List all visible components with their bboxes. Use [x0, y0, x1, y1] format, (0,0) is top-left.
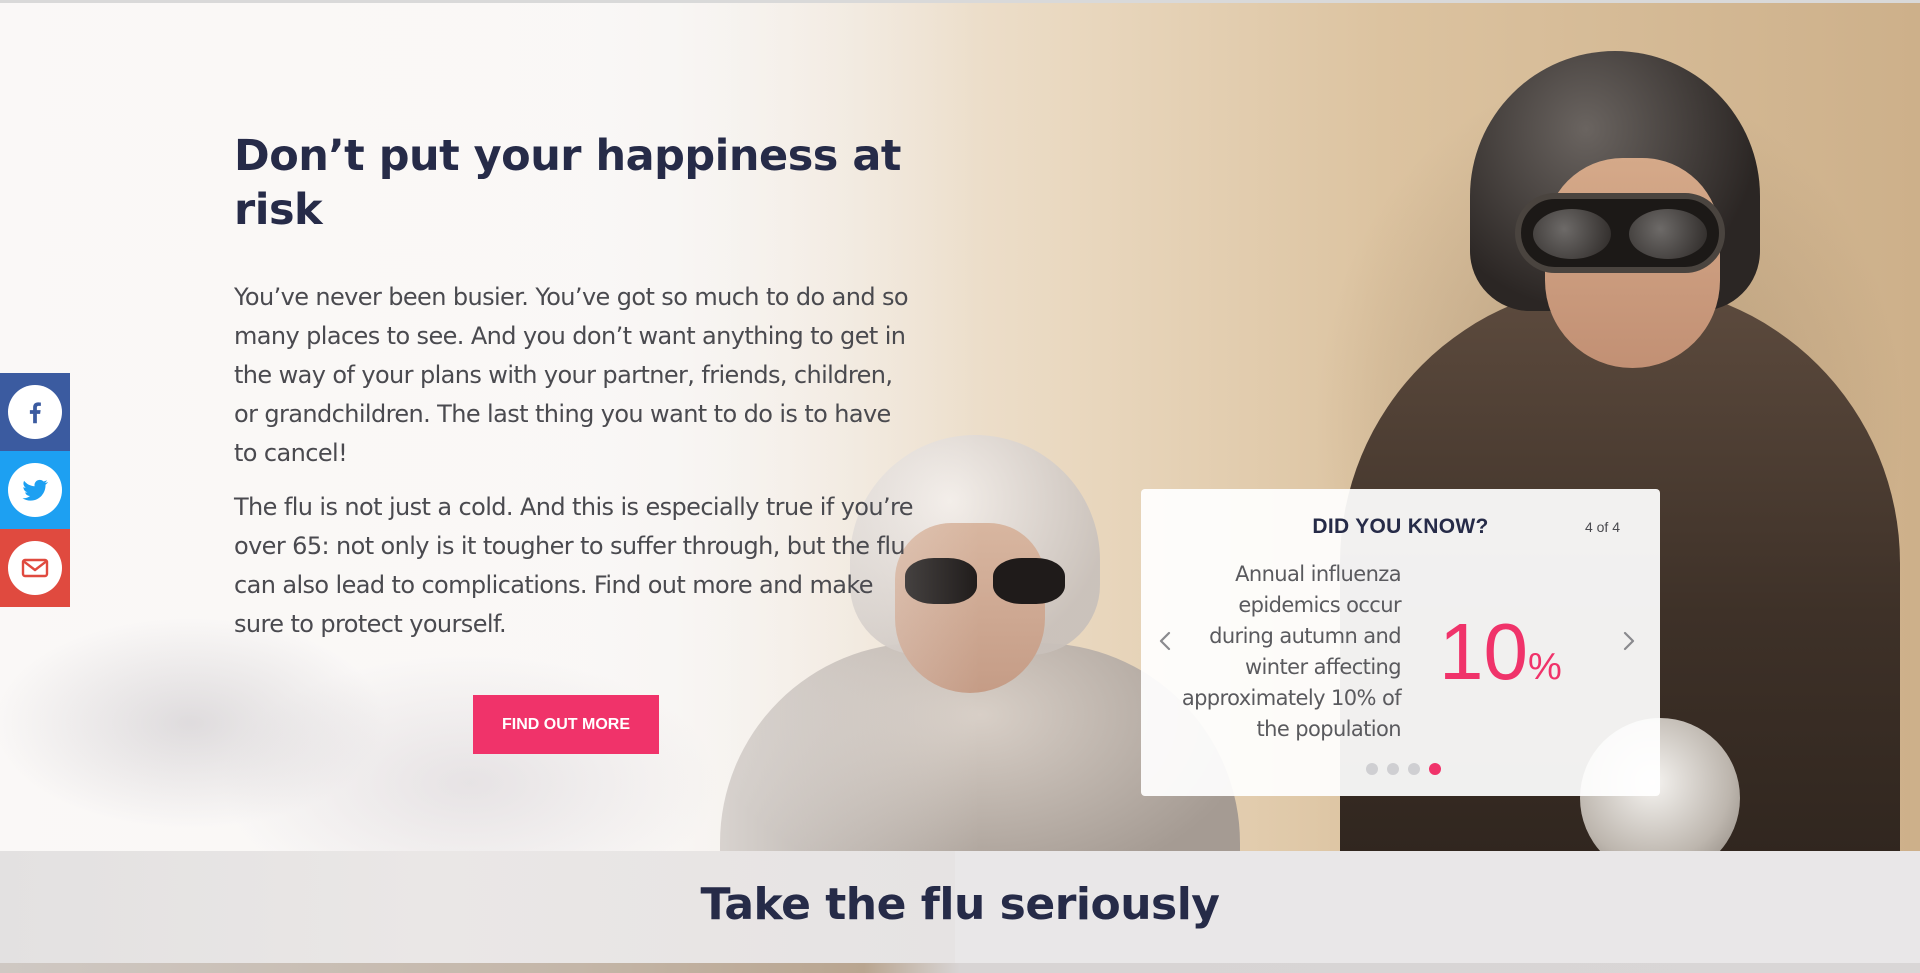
- fact-text: Annual influenza epidemics occur during …: [1181, 562, 1402, 741]
- twitter-icon: [8, 463, 62, 517]
- share-email-button[interactable]: [0, 529, 70, 607]
- share-bar: [0, 373, 70, 607]
- slide-counter: 4 of 4: [1584, 519, 1620, 535]
- hero-paragraph-2: The flu is not just a cold. And this is …: [234, 493, 914, 638]
- find-out-more-button[interactable]: FIND OUT MORE: [473, 695, 659, 754]
- carousel-dot-2[interactable]: [1387, 763, 1399, 775]
- stat-unit: %: [1527, 646, 1562, 688]
- facebook-icon: [8, 385, 62, 439]
- stat-number: 10: [1439, 607, 1528, 696]
- section-image-strip: [0, 963, 1920, 973]
- take-flu-seriously-section: Take the flu seriously: [0, 851, 1920, 973]
- carousel-dot-1[interactable]: [1366, 763, 1378, 775]
- chevron-left-icon[interactable]: [1154, 629, 1178, 653]
- section-title: Take the flu seriously: [700, 879, 1220, 930]
- carousel-dot-4[interactable]: [1429, 763, 1441, 775]
- hero-section: Don’t put your happiness at risk You’ve …: [0, 3, 1920, 851]
- carousel-dots: [1366, 763, 1441, 775]
- carousel-dot-3[interactable]: [1408, 763, 1420, 775]
- share-facebook-button[interactable]: [0, 373, 70, 451]
- did-you-know-card: DID YOU KNOW? 4 of 4 Annual influenza ep…: [1141, 489, 1660, 796]
- chevron-right-icon[interactable]: [1616, 629, 1640, 653]
- hero-photo-goggles: [1515, 193, 1725, 273]
- hero-paragraph-1: You’ve never been busier. You’ve got so …: [234, 283, 909, 467]
- hero-title: Don’t put your happiness at risk: [234, 131, 901, 235]
- mail-icon: [8, 541, 62, 595]
- fact-statistic: 10%: [1439, 612, 1562, 692]
- share-twitter-button[interactable]: [0, 451, 70, 529]
- did-you-know-title: DID YOU KNOW?: [1312, 515, 1489, 538]
